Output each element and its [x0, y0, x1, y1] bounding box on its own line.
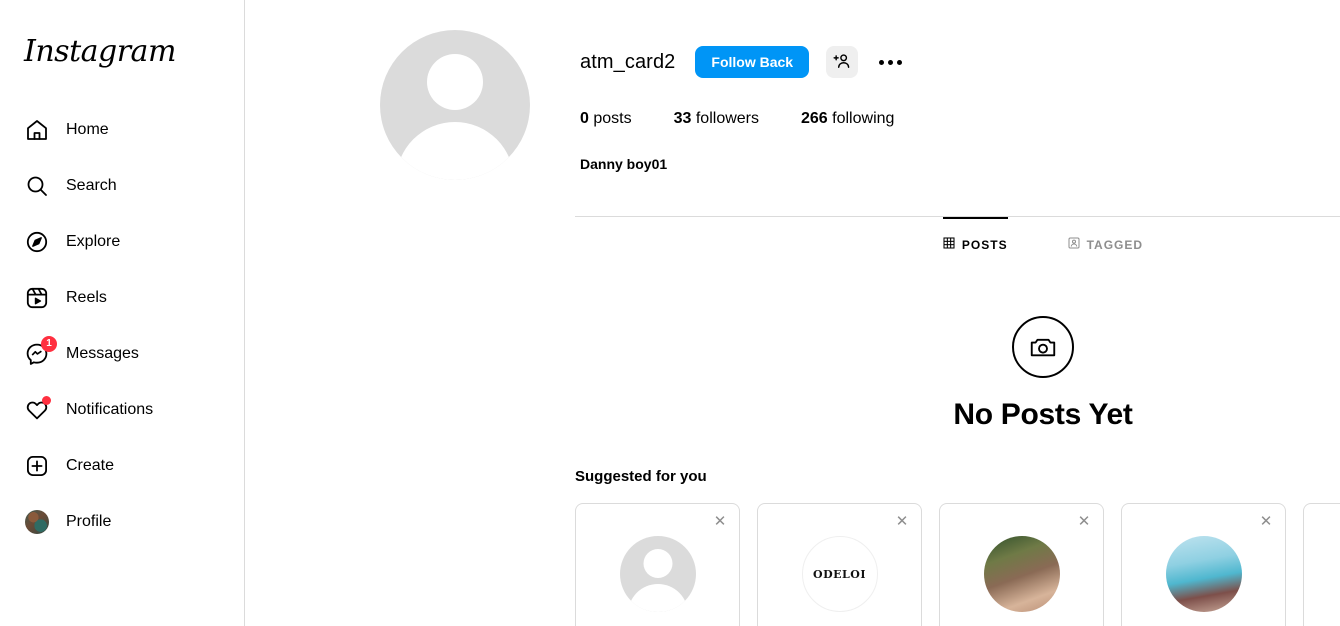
home-icon — [24, 117, 50, 143]
avatar-icon — [24, 509, 50, 535]
person-add-icon — [833, 52, 851, 73]
tagged-user-icon — [1068, 237, 1080, 252]
sidebar-item-profile[interactable]: Profile — [12, 494, 232, 550]
tab-posts[interactable]: POSTS — [942, 217, 1008, 270]
suggested-card[interactable]: ✕ ODELOI — [757, 503, 922, 626]
profile-page: atm_card2 Follow Back 0 posts 33 followe… — [245, 0, 1340, 626]
stat-label: followers — [695, 110, 759, 127]
stat-label: following — [832, 110, 895, 127]
grid-icon — [943, 237, 955, 252]
ellipsis-icon — [887, 59, 893, 65]
follow-back-button[interactable]: Follow Back — [695, 46, 810, 78]
sidebar-item-search[interactable]: Search — [12, 158, 232, 214]
sidebar-item-label: Reels — [66, 289, 107, 306]
tab-label: TAGGED — [1086, 237, 1144, 252]
tab-label: POSTS — [961, 237, 1008, 252]
profile-info: atm_card2 Follow Back 0 posts 33 followe… — [580, 30, 936, 172]
camera-icon — [1012, 316, 1074, 378]
stat-value: 33 — [673, 110, 692, 127]
more-options-button[interactable] — [872, 46, 908, 78]
close-icon[interactable]: ✕ — [893, 512, 911, 530]
sidebar-item-label: Home — [66, 121, 109, 138]
notifications-dot — [42, 396, 51, 405]
profile-avatar-column — [330, 30, 580, 180]
ellipsis-icon — [878, 59, 884, 65]
close-icon[interactable]: ✕ — [1075, 512, 1093, 530]
reels-icon — [24, 285, 50, 311]
empty-posts-state: No Posts Yet — [575, 270, 1340, 432]
plus-square-icon — [24, 453, 50, 479]
suggested-for-you-section: Suggested for you See all ✕ ✕ ODELOI — [575, 468, 1340, 626]
suggested-avatar[interactable]: ODELOI — [801, 536, 878, 612]
suggested-cards-rail[interactable]: ✕ ✕ ODELOI ✕ ✕ — [575, 503, 1340, 626]
add-person-button[interactable] — [826, 46, 859, 78]
sidebar-item-label: Notifications — [66, 401, 154, 418]
suggested-card[interactable]: ✕ — [575, 503, 740, 626]
sidebar-item-label: Messages — [66, 345, 139, 362]
stat-posts[interactable]: 0 posts — [580, 110, 632, 128]
profile-username: atm_card2 — [580, 50, 676, 73]
sidebar-item-label: Profile — [66, 513, 112, 530]
ellipsis-icon — [896, 59, 902, 65]
sidebar-item-label: Create — [66, 457, 115, 474]
profile-stats: 0 posts 33 followers 266 following — [580, 110, 936, 128]
search-icon — [24, 173, 50, 199]
suggested-card[interactable]: ✕ — [1121, 503, 1286, 626]
sidebar-item-explore[interactable]: Explore — [12, 214, 232, 270]
sidebar-item-home[interactable]: Home — [12, 102, 232, 158]
suggested-card[interactable]: ✕ — [939, 503, 1104, 626]
sidebar-item-messages[interactable]: 1 Messages — [12, 326, 232, 382]
suggested-avatar[interactable] — [1165, 536, 1242, 612]
tab-tagged[interactable]: TAGGED — [1068, 217, 1143, 270]
sidebar-item-create[interactable]: Create — [12, 438, 232, 494]
stat-value: 266 — [801, 110, 828, 127]
avatar — [25, 510, 49, 534]
close-icon[interactable]: ✕ — [711, 512, 729, 530]
suggested-avatar[interactable] — [983, 536, 1060, 612]
default-avatar-icon[interactable] — [380, 30, 530, 180]
messages-badge: 1 — [41, 336, 57, 352]
sidebar: Instagram Home Search Explore Reels 1 Me… — [0, 0, 245, 626]
instagram-app: Instagram Home Search Explore Reels 1 Me… — [0, 0, 1340, 626]
sidebar-item-notifications[interactable]: Notifications — [12, 382, 232, 438]
heart-icon — [24, 396, 51, 423]
compass-icon — [24, 229, 50, 255]
sidebar-item-reels[interactable]: Reels — [12, 270, 232, 326]
sidebar-nav: Home Search Explore Reels 1 Messages Not… — [12, 96, 232, 626]
messenger-icon: 1 — [24, 336, 57, 367]
suggested-header: Suggested for you See all — [575, 468, 1340, 485]
profile-actions-row: atm_card2 Follow Back — [580, 44, 936, 80]
empty-state-title: No Posts Yet — [953, 398, 1133, 431]
instagram-logo[interactable]: Instagram — [12, 0, 232, 96]
suggested-title: Suggested for you — [575, 468, 707, 485]
close-icon[interactable]: ✕ — [1257, 512, 1275, 530]
profile-tabs: POSTS TAGGED — [575, 217, 1340, 270]
stat-followers[interactable]: 33 followers — [674, 110, 759, 128]
suggested-card[interactable]: ✕ — [1303, 503, 1340, 626]
profile-header: atm_card2 Follow Back 0 posts 33 followe… — [330, 0, 1340, 180]
suggested-avatar-label: ODELOI — [813, 567, 866, 581]
stat-value: 0 — [580, 110, 589, 127]
sidebar-item-label: Search — [66, 177, 117, 194]
sidebar-item-label: Explore — [66, 233, 121, 250]
stat-label: posts — [593, 110, 632, 127]
profile-full-name: Danny boy01 — [580, 156, 668, 172]
suggested-avatar[interactable] — [619, 536, 696, 612]
main-content: atm_card2 Follow Back 0 posts 33 followe… — [245, 0, 1340, 626]
stat-following[interactable]: 266 following — [801, 110, 894, 128]
